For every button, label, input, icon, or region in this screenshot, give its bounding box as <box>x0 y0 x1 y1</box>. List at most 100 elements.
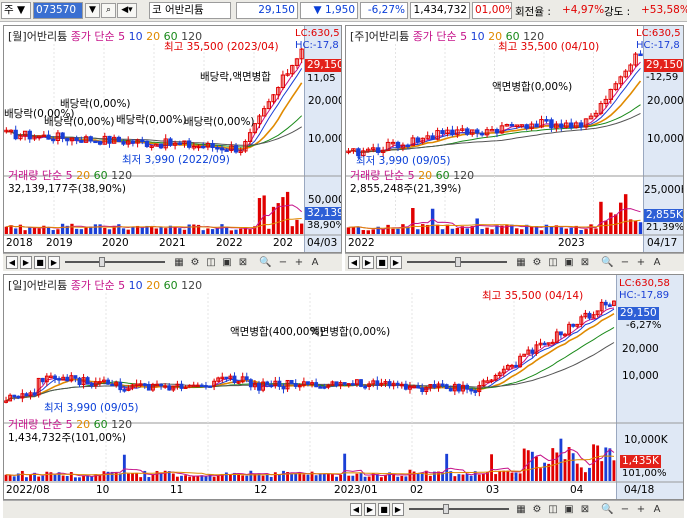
grid-icon[interactable]: ▦ <box>173 257 185 269</box>
daily-chart-panel[interactable]: [일]어반리튬 종가 단순 5 10 20 60 120 LC:630,58 H… <box>3 274 684 500</box>
volume-bar <box>12 476 16 481</box>
candle-body <box>110 383 115 387</box>
volume-bar <box>269 476 273 481</box>
volume-bar <box>147 477 151 481</box>
monthly-y-label: 10,000 <box>308 133 342 145</box>
candle-body <box>46 134 51 140</box>
volume-bar <box>285 191 290 234</box>
scroll-right-button[interactable]: ▶ <box>364 503 376 516</box>
candle-body <box>116 136 121 143</box>
candle-body <box>359 379 363 387</box>
window-icon[interactable]: ▣ <box>221 257 233 269</box>
window-icon[interactable]: ▣ <box>563 257 575 269</box>
ruler-icon[interactable]: ◫ <box>547 504 559 516</box>
volume-bar <box>430 208 435 234</box>
grid-icon[interactable]: ▦ <box>515 504 527 516</box>
volume-bar <box>391 228 395 234</box>
stock-code-input[interactable]: 073570 <box>33 2 83 19</box>
turnover-label: 회전율 : <box>515 6 551 18</box>
volume-bar <box>139 477 143 481</box>
market-select[interactable]: 주 ▼ <box>1 2 31 19</box>
stop-button[interactable]: ■ <box>376 256 388 269</box>
zoom-icon[interactable]: 🔍 <box>601 504 613 516</box>
candle-body <box>375 380 380 386</box>
scroll-left-button[interactable]: ◀ <box>6 256 18 269</box>
crosshair-icon[interactable]: ⊠ <box>237 257 249 269</box>
text-size-button[interactable]: A <box>309 257 321 269</box>
zoom-icon[interactable]: 🔍 <box>601 257 613 269</box>
zoom-out-button[interactable]: − <box>277 257 289 269</box>
settings-icon[interactable]: ⚙ <box>531 257 543 269</box>
daily-x-label: 02 <box>410 484 424 496</box>
volume-bar <box>90 476 94 481</box>
candle-body <box>65 137 70 142</box>
settings-icon[interactable]: ⚙ <box>189 257 201 269</box>
candle-body <box>444 384 449 389</box>
volume-bar <box>559 227 564 234</box>
text-size-button[interactable]: A <box>651 504 663 516</box>
volume-bar <box>150 226 154 234</box>
zoom-in-button[interactable]: + <box>635 504 647 516</box>
candle-body <box>159 383 164 387</box>
crosshair-icon[interactable]: ⊠ <box>579 257 591 269</box>
zoom-in-button[interactable]: + <box>635 257 647 269</box>
candle-body <box>79 139 84 143</box>
zoom-slider[interactable] <box>65 261 165 263</box>
volume-bar <box>51 230 55 234</box>
scroll-right-button[interactable]: ▶ <box>362 256 374 269</box>
play-button[interactable]: ▶ <box>392 503 404 516</box>
volume-bar <box>20 470 24 481</box>
slider-handle[interactable] <box>455 257 461 267</box>
candle-body <box>450 129 455 136</box>
scroll-left-button[interactable]: ◀ <box>350 503 362 516</box>
slider-handle[interactable] <box>443 504 449 514</box>
volume-bar <box>188 476 192 481</box>
scroll-left-button[interactable]: ◀ <box>348 256 360 269</box>
monthly-chart-panel[interactable]: [월]어반리튬 종가 단순 5 10 20 60 120 LC:630,5 HC… <box>3 25 342 253</box>
monthly-x-label: 2022 <box>216 237 243 249</box>
volume-bar <box>564 228 569 234</box>
scroll-right-button[interactable]: ▶ <box>20 256 32 269</box>
volume-bar <box>401 224 405 234</box>
volume-bar <box>29 474 32 481</box>
candle-body <box>363 385 368 389</box>
weekly-note: 액면병합(0,00%) <box>492 81 573 93</box>
zoom-out-button[interactable]: − <box>619 504 631 516</box>
zoom-out-button[interactable]: − <box>619 257 631 269</box>
play-button[interactable]: ▶ <box>48 256 60 269</box>
volume-bar <box>428 475 432 481</box>
volume-bar <box>481 473 485 481</box>
speaker-icon[interactable]: ◀▾ <box>117 3 137 18</box>
text-size-button[interactable]: A <box>651 257 663 269</box>
crosshair-icon[interactable]: ⊠ <box>579 504 591 516</box>
ruler-icon[interactable]: ◫ <box>547 257 559 269</box>
daily-high-label: 최고 35,500 (04/14) <box>482 290 584 302</box>
volume-bar <box>196 476 200 481</box>
zoom-in-button[interactable]: + <box>293 257 305 269</box>
stock-name-box[interactable]: 코 어반리튬 <box>149 2 231 19</box>
weekly-chart-panel[interactable]: [주]어반리튬 종가 단순 5 10 20 60 120 LC:630,5 HC… <box>345 25 684 253</box>
play-button[interactable]: ▶ <box>390 256 402 269</box>
candle-body <box>342 382 347 385</box>
grid-icon[interactable]: ▦ <box>515 257 527 269</box>
ruler-icon[interactable]: ◫ <box>205 257 217 269</box>
settings-icon[interactable]: ⚙ <box>531 504 543 516</box>
weekly-price-box: 29,150 <box>644 59 683 72</box>
search-icon[interactable]: ⌕ <box>101 3 116 18</box>
stop-button[interactable]: ■ <box>34 256 46 269</box>
volume-bar <box>529 226 534 234</box>
volume-pct: 01,00% <box>475 4 512 16</box>
daily-x-label: 2023/01 <box>334 484 378 496</box>
slider-handle[interactable] <box>99 257 105 267</box>
candle-body <box>199 384 204 388</box>
volume-bar <box>282 470 285 481</box>
code-dropdown-button[interactable]: ▼ <box>85 3 100 18</box>
stop-button[interactable]: ■ <box>378 503 390 516</box>
volume-bar <box>583 472 587 481</box>
window-icon[interactable]: ▣ <box>563 504 575 516</box>
zoom-icon[interactable]: 🔍 <box>259 257 271 269</box>
candle-body <box>16 395 21 399</box>
zoom-slider[interactable] <box>409 508 509 510</box>
candle-body <box>456 383 461 392</box>
turnover-value: +4,97% <box>562 4 605 16</box>
